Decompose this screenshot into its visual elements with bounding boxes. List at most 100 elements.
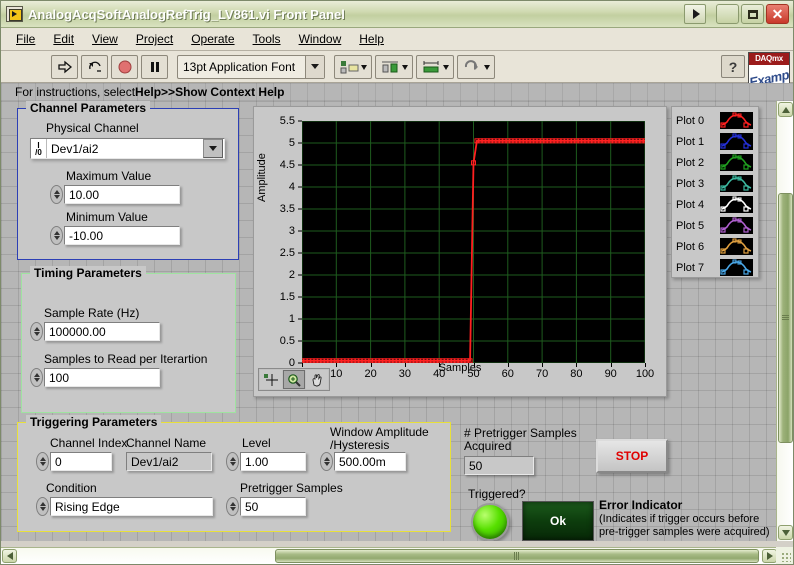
maximum-value-stepper[interactable] xyxy=(50,185,63,204)
minimum-value-stepper[interactable] xyxy=(50,226,63,245)
physical-channel-chevron-down-icon[interactable] xyxy=(203,139,223,158)
channel-index-stepper[interactable] xyxy=(36,452,49,471)
legend-swatch[interactable] xyxy=(720,259,753,276)
close-button[interactable]: ✕ xyxy=(766,4,789,24)
graph-y-tick-label: 1.5 xyxy=(279,291,295,303)
error-note-line1: (Indicates if trigger occurs before xyxy=(599,513,760,525)
horizontal-scrollbar[interactable] xyxy=(1,547,778,564)
scroll-left-button[interactable] xyxy=(2,549,17,563)
font-selector[interactable]: 13pt Application Font xyxy=(177,54,325,79)
physical-channel-value: Dev1/ai2 xyxy=(51,141,99,156)
legend-row[interactable]: Plot 2 xyxy=(676,152,758,173)
pan-hand-icon[interactable] xyxy=(306,370,328,389)
triggered-label: Triggered? xyxy=(468,487,526,501)
menu-help[interactable]: Help xyxy=(350,29,393,49)
menu-window[interactable]: Window xyxy=(290,29,351,49)
samples-to-read-input[interactable]: 100 xyxy=(44,368,160,387)
resize-objects-button[interactable] xyxy=(416,54,454,79)
condition-input[interactable]: Rising Edge xyxy=(50,497,213,516)
run-continuously-button[interactable] xyxy=(81,54,108,79)
legend-row[interactable]: Plot 3 xyxy=(676,173,758,194)
pause-button[interactable] xyxy=(141,54,168,79)
legend-swatch[interactable] xyxy=(720,196,753,213)
graph-y-tick-mark xyxy=(298,252,302,254)
zoom-magnifier-icon[interactable] xyxy=(283,370,305,389)
samples-to-read-stepper[interactable] xyxy=(30,368,43,387)
legend-swatch[interactable] xyxy=(720,238,753,255)
vertical-scrollbar[interactable] xyxy=(776,101,793,541)
legend-swatch[interactable] xyxy=(720,112,753,129)
minimum-value-input[interactable]: -10.00 xyxy=(64,226,180,245)
titlebar-run-button[interactable] xyxy=(684,4,706,24)
scroll-right-button[interactable] xyxy=(762,549,777,563)
menu-operate[interactable]: Operate xyxy=(182,29,243,49)
window-amplitude-stepper[interactable] xyxy=(320,452,333,471)
run-button[interactable] xyxy=(51,54,78,79)
legend-row[interactable]: Plot 5 xyxy=(676,215,758,236)
graph-y-tick-label: 3.5 xyxy=(279,203,295,215)
context-help-bold: Help>>Show Context Help xyxy=(135,85,285,99)
triggered-led[interactable] xyxy=(471,503,509,541)
graph-y-tick-label: 2 xyxy=(288,269,295,281)
timing-parameters-title: Timing Parameters xyxy=(30,266,146,280)
menu-file[interactable]: File xyxy=(7,29,44,49)
vertical-scroll-thumb[interactable] xyxy=(778,193,793,443)
menu-tools[interactable]: Tools xyxy=(244,29,290,49)
pretrigger-samples-input[interactable]: 50 xyxy=(240,497,306,516)
physical-channel-combo[interactable]: I /0 Dev1/ai2 xyxy=(30,138,225,159)
menu-view[interactable]: View xyxy=(83,29,127,49)
menu-edit[interactable]: Edit xyxy=(44,29,83,49)
channel-parameters-title: Channel Parameters xyxy=(26,101,151,115)
scroll-up-button[interactable] xyxy=(778,102,793,117)
level-input[interactable]: 1.00 xyxy=(240,452,306,471)
maximum-value-input[interactable]: 10.00 xyxy=(64,185,180,204)
legend-row[interactable]: Plot 6 xyxy=(676,236,758,257)
legend-row[interactable]: Plot 0 xyxy=(676,110,758,131)
sample-rate-stepper[interactable] xyxy=(30,322,43,341)
graph-y-tick-mark xyxy=(298,230,302,232)
menu-file-label: File xyxy=(16,32,36,46)
reorder-objects-button[interactable] xyxy=(457,54,495,79)
graph-y-tick-mark xyxy=(298,340,302,342)
sample-rate-input[interactable]: 100000.00 xyxy=(44,322,160,341)
legend-swatch[interactable] xyxy=(720,133,753,150)
channel-index-input[interactable]: 0 xyxy=(50,452,112,471)
level-stepper[interactable] xyxy=(226,452,239,471)
condition-stepper[interactable] xyxy=(36,497,49,516)
align-objects-button[interactable] xyxy=(334,54,372,79)
legend-row[interactable]: Plot 4 xyxy=(676,194,758,215)
legend-row[interactable]: Plot 7 xyxy=(676,257,758,278)
resize-grip[interactable] xyxy=(776,547,793,564)
vi-icon xyxy=(6,6,23,22)
pretrigger-samples-stepper[interactable] xyxy=(226,497,239,516)
menu-edit-label: Edit xyxy=(53,32,75,46)
scroll-down-button[interactable] xyxy=(778,525,793,540)
error-indicator-description: Error Indicator (Indicates if trigger oc… xyxy=(599,499,770,539)
legend-swatch[interactable] xyxy=(720,217,753,234)
context-help-button[interactable]: ? xyxy=(721,55,745,78)
graph-plot-area[interactable] xyxy=(302,121,645,363)
graph-y-tick-label: 2.5 xyxy=(279,247,295,259)
graph-y-tick-label: 5.5 xyxy=(279,115,295,127)
minimize-button[interactable] xyxy=(716,4,739,24)
plot-legend[interactable]: Plot 0 Plot 1 Plot 2 Plot 3 Plot 4 Plot 5 Plot… xyxy=(671,106,759,278)
maximize-button[interactable] xyxy=(741,4,764,24)
legend-swatch[interactable] xyxy=(720,175,753,192)
distribute-objects-button[interactable] xyxy=(375,54,413,79)
stop-button[interactable]: STOP xyxy=(596,439,668,473)
font-selector-chevron-down-icon[interactable] xyxy=(305,55,324,78)
cursor-crosshair-icon[interactable] xyxy=(260,370,282,389)
close-icon: ✕ xyxy=(771,6,784,22)
abort-execution-button[interactable] xyxy=(111,54,138,79)
graph-y-tick-mark xyxy=(298,296,302,298)
waveform-graph[interactable]: Amplitude 00.511.522.533.544.555.5 01020… xyxy=(253,106,667,397)
help-icon: ? xyxy=(728,58,738,75)
window-amplitude-input[interactable]: 500.00m xyxy=(334,452,406,471)
graph-y-tick-label: 0.5 xyxy=(279,335,295,347)
legend-swatch[interactable] xyxy=(720,154,753,171)
legend-row[interactable]: Plot 1 xyxy=(676,131,758,152)
menu-project[interactable]: Project xyxy=(127,29,182,49)
horizontal-scroll-thumb[interactable] xyxy=(275,549,759,563)
legend-label: Plot 0 xyxy=(676,114,705,127)
front-panel-canvas: Channel Parameters Physical Channel I /0… xyxy=(1,101,793,541)
